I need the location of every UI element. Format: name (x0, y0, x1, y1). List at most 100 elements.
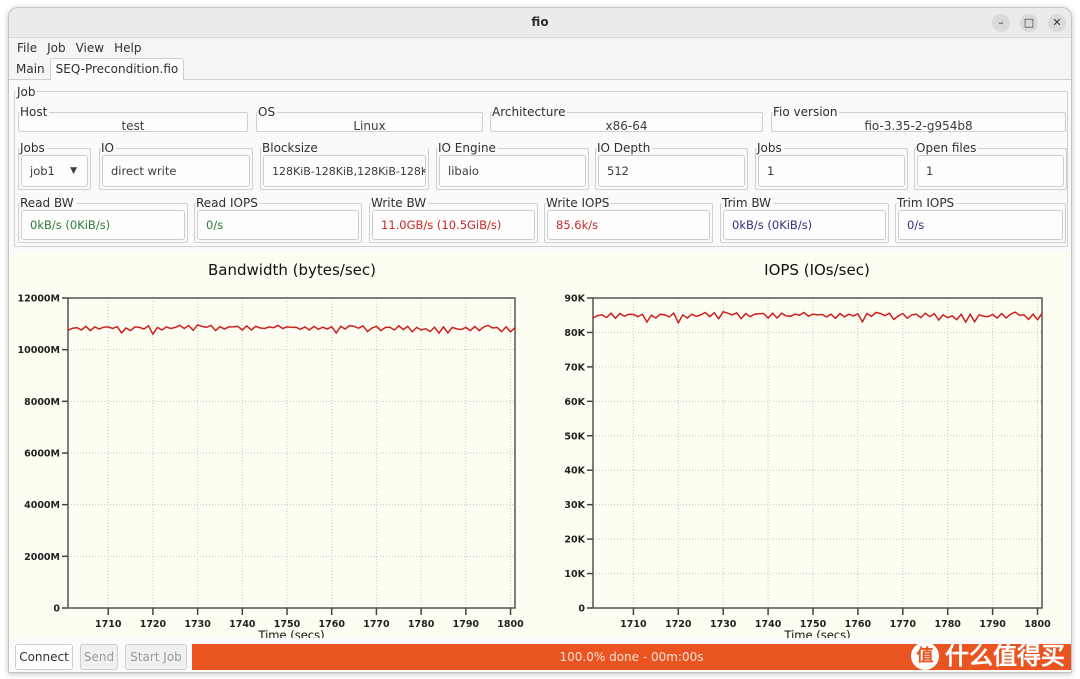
y-tick-label: 90K (564, 294, 585, 305)
y-tick-label: 80K (564, 328, 585, 339)
open-files-field: Open files 1 (914, 142, 1067, 190)
trim-bw-field: Trim BW 0kB/s (0KiB/s) (720, 197, 889, 243)
x-axis-label: Time (secs) (783, 628, 850, 638)
trim-iops-field: Trim IOPS 0/s (895, 197, 1066, 243)
y-tick-label: 8000M (24, 397, 60, 408)
open-files-value: 1 (917, 155, 1064, 187)
x-tick-label: 1730 (184, 619, 211, 630)
jobs-count-field: Jobs 1 (755, 142, 908, 190)
jobs-count-label: Jobs (757, 141, 784, 155)
os-field: OS Linux (256, 106, 483, 133)
job-group-label: Job (16, 85, 37, 99)
trim-iops-label: Trim IOPS (897, 196, 957, 210)
maximize-icon: □ (1023, 16, 1035, 29)
series-line-write-bw (67, 324, 516, 336)
menu-view[interactable]: View (71, 41, 109, 55)
minimize-button[interactable]: – (992, 14, 1010, 32)
jobs-dropdown-value: job1 (30, 164, 55, 178)
series-line-write-iops (592, 310, 1043, 325)
graph-area: Bandwidth (bytes/sec) IOPS (IOs/sec) 0 20… (11, 253, 1069, 638)
architecture-field: Architecture x86-64 (490, 106, 763, 133)
y-tick-label: 40K (564, 466, 585, 477)
jobs-select-field: Jobs job1 ▼ (18, 142, 91, 190)
close-icon: ✕ (1052, 16, 1062, 29)
connect-button[interactable]: Connect (15, 644, 73, 670)
y-tick-label: 2000M (24, 552, 60, 563)
job-group: Job Host test OS Linux Architecture x86-… (14, 86, 1068, 247)
jobs-dropdown[interactable]: job1 ▼ (21, 155, 88, 187)
start-job-button[interactable]: Start Job (125, 644, 187, 670)
chevron-down-icon: ▼ (70, 166, 77, 176)
write-bw-field: Write BW 11.0GB/s (10.5GiB/s) (369, 197, 538, 243)
read-iops-value: 0/s (197, 210, 359, 240)
x-axis-label: Time (secs) (257, 628, 324, 638)
io-depth-field: IO Depth 512 (595, 142, 748, 190)
tab-bar: Main SEQ-Precondition.fio (9, 58, 1071, 80)
plot-frame (592, 297, 1043, 609)
blocksize-value: 128KiB-128KiB,128KiB-128KiB (263, 155, 426, 187)
y-tick-label: 50K (564, 431, 585, 442)
progress-bar: 100.0% done - 00m:00s 值 什么值得买 (192, 642, 1071, 670)
write-iops-label: Write IOPS (546, 196, 612, 210)
watermark: 值 什么值得买 (911, 642, 1065, 670)
io-depth-label: IO Depth (597, 141, 653, 155)
x-tick-label: 1720 (140, 619, 167, 630)
io-field: IO direct write (99, 142, 253, 190)
menu-help[interactable]: Help (109, 41, 146, 55)
x-tick-label: 1710 (95, 619, 122, 630)
io-value: direct write (102, 155, 250, 187)
menu-file[interactable]: File (12, 41, 42, 55)
host-value: test (21, 119, 245, 133)
bottom-bar: Connect Send Start Job 100.0% done - 00m… (9, 641, 1071, 672)
x-tick-label: 1780 (408, 619, 435, 630)
title-bar: fio – □ ✕ (9, 8, 1071, 38)
write-bw-value: 11.0GB/s (10.5GiB/s) (372, 210, 535, 240)
maximize-button[interactable]: □ (1020, 14, 1038, 32)
tab-seq-precondition[interactable]: SEQ-Precondition.fio (49, 58, 185, 80)
write-bw-label: Write BW (371, 196, 429, 210)
x-tick-label: 1740 (229, 619, 256, 630)
y-tick-label: 6000M (24, 449, 60, 460)
y-tick-label: 30K (564, 500, 585, 511)
open-files-label: Open files (916, 141, 979, 155)
menu-job[interactable]: Job (42, 41, 71, 55)
window-title: fio (531, 15, 549, 29)
x-tick-label: 1800 (1024, 619, 1051, 630)
iops-chart: 0 10K 20K 30K 40K 50K 60K 70K 80K 90K 1710 1720 1730… (564, 294, 1051, 639)
x-tick-label: 1780 (934, 619, 961, 630)
os-label: OS (258, 105, 278, 119)
menu-bar: File Job View Help (9, 38, 1071, 58)
os-value: Linux (259, 119, 480, 133)
jobs-select-label: Jobs (20, 141, 47, 155)
io-engine-label: IO Engine (438, 141, 498, 155)
read-bw-field: Read BW 0kB/s (0KiB/s) (18, 197, 188, 243)
trim-bw-value: 0kB/s (0KiB/s) (723, 210, 886, 240)
io-engine-value: libaio (439, 155, 586, 187)
fio-window: fio – □ ✕ File Job View Help Main SEQ-Pr… (8, 7, 1072, 673)
progress-text: 100.0% done - 00m:00s (559, 650, 704, 664)
tab-main[interactable]: Main (11, 59, 50, 79)
io-label: IO (101, 141, 116, 155)
y-tick-label: 20K (564, 535, 585, 546)
send-button[interactable]: Send (80, 644, 118, 670)
y-tick-label: 70K (564, 362, 585, 373)
trim-iops-value: 0/s (898, 210, 1063, 240)
read-bw-label: Read BW (20, 196, 76, 210)
read-iops-field: Read IOPS 0/s (194, 197, 362, 243)
y-tick-label: 4000M (24, 500, 60, 511)
fio-version-label: Fio version (773, 105, 840, 119)
x-tick-label: 1790 (979, 619, 1006, 630)
x-tick-label: 1710 (620, 619, 647, 630)
bandwidth-chart: 0 2000M 4000M 6000M 8000M 10000M 12000M 1710 172… (17, 294, 524, 639)
io-engine-field: IO Engine libaio (436, 142, 589, 190)
plot-frame (67, 297, 516, 609)
read-bw-value: 0kB/s (0KiB/s) (21, 210, 185, 240)
y-tick-label: 0 (53, 604, 60, 615)
watermark-badge: 值 (911, 642, 939, 670)
y-tick-label: 10000M (17, 345, 60, 356)
fio-version-field: Fio version fio-3.35-2-g954b8 (771, 106, 1066, 133)
close-button[interactable]: ✕ (1048, 14, 1066, 32)
blocksize-field: Blocksize (Read/Write/Trim) 128KiB-128Ki… (260, 142, 429, 190)
x-tick-label: 1770 (363, 619, 390, 630)
write-iops-value: 85.6k/s (547, 210, 710, 240)
